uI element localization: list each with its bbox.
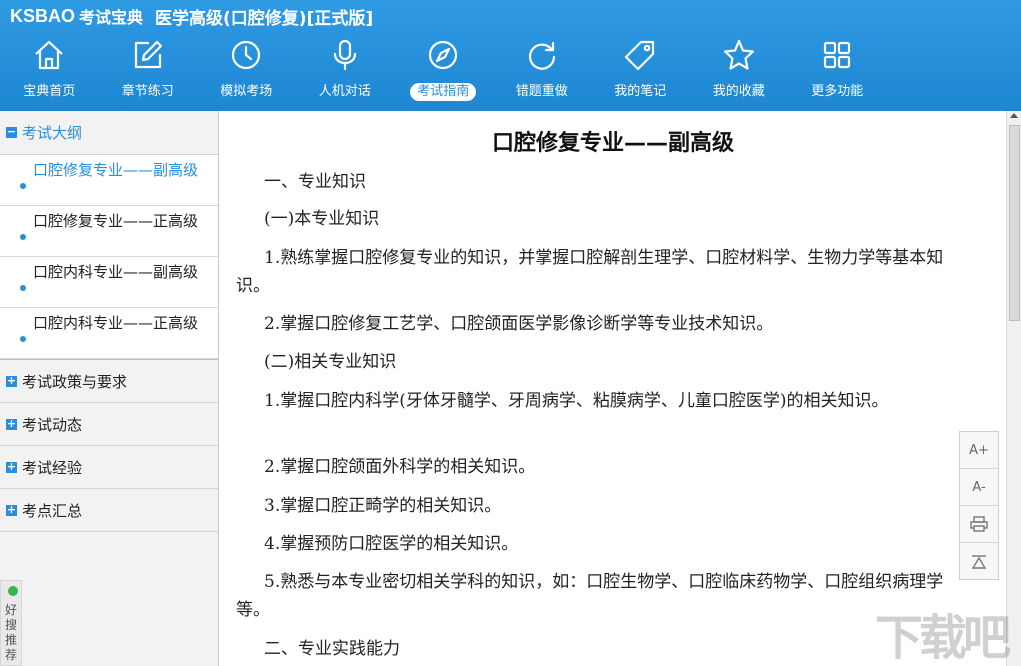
doc-paragraph: 1.掌握口腔内科学(牙体牙髓学、牙周病学、粘膜病学、儿童口腔医学)的相关知识。 [264,391,889,411]
watermark: 下载吧 [875,610,1011,666]
doc-paragraph: 5.熟悉与本专业密切相关学科的知识，如：口腔生物学、口腔临床药物学、口腔组织病理… [236,572,944,620]
sidebar-section-summary[interactable]: + 考点汇总 [0,489,218,532]
doc-paragraph: 3.掌握口腔正畸学的相关知识。 [264,496,502,516]
tag-icon [625,40,655,71]
sidebar-sub-list: 口腔修复专业——副高级 口腔修复专业——正高级 口腔内科专业——副高级 口腔内科… [0,155,218,360]
home-icon [35,40,63,70]
sidebar-item-label: 口腔内科专业——正高级 [33,314,199,332]
app-logo-subtitle: 考试宝典 [79,8,144,27]
nav-my-notes[interactable]: 我的笔记 [591,34,690,108]
reading-tools: A+ A- [959,431,999,580]
refresh-icon [528,41,555,70]
nav-more[interactable]: 更多功能 [788,34,887,108]
sidebar-section-policy[interactable]: + 考试政策与要求 [0,360,218,403]
font-increase-button[interactable]: A+ [960,432,998,469]
sidebar-item-repair-senior[interactable]: 口腔修复专业——正高级 [0,206,218,257]
doc-heading: 一、专业知识 [264,172,366,192]
sidebar: − 考试大纲 口腔修复专业——副高级 口腔修复专业——正高级 口腔内科专业——副… [0,111,219,666]
vertical-scrollbar[interactable] [1006,111,1021,666]
document-view: 口腔修复专业——副高级 一、专业知识 (一)本专业知识 1.熟练掌握口腔修复专业… [220,111,1006,666]
sidebar-item-internal-deputy[interactable]: 口腔内科专业——副高级 [0,257,218,308]
doc-paragraph: 4.掌握预防口腔医学的相关知识。 [264,534,519,554]
nav-label: 模拟考场 [220,84,273,99]
doc-heading: 二、专业实践能力 [264,639,400,659]
nav-label: 章节练习 [121,84,174,99]
expand-icon: + [6,502,17,516]
nav-my-favorites[interactable]: 我的收藏 [690,34,789,108]
nav-home[interactable]: 宝典首页 [0,34,99,108]
nav-exam-guide[interactable]: 考试指南 [394,34,493,108]
status-dot-icon [8,586,18,596]
doc-subheading: (一)本专业知识 [264,209,380,229]
doc-paragraph: 2.掌握口腔修复工艺学、口腔颌面医学影像诊断学等专业技术知识。 [264,314,774,334]
nav-label: 我的笔记 [614,84,667,99]
sidebar-section-label: 考试动态 [22,415,83,434]
font-decrease-button[interactable]: A- [960,469,998,506]
sidebar-item-label: 口腔修复专业——副高级 [33,161,199,179]
sidebar-item-repair-deputy[interactable]: 口腔修复专业——副高级 [0,155,218,206]
sidebar-section-label: 考试经验 [22,458,83,477]
collapse-icon: − [6,125,17,138]
page-title: 口腔修复专业——副高级 [491,131,734,156]
scroll-up-icon[interactable] [1010,113,1018,118]
bullet-icon [20,234,26,240]
app-logo: KSBAO [10,5,76,26]
sidebar-section-news[interactable]: + 考试动态 [0,403,218,446]
nav-label: 宝典首页 [23,84,76,99]
nav-label: 人机对话 [318,84,371,99]
haosou-badge[interactable]: 好搜推荐 [0,580,22,666]
sidebar-section-label: 考点汇总 [22,501,83,520]
app-title: 医学高级(口腔修复)[正式版] [155,8,374,29]
doc-paragraph: 2.掌握口腔颌面外科学的相关知识。 [264,457,536,477]
nav-dialogue[interactable]: 人机对话 [296,34,395,108]
bullet-icon [20,285,26,291]
sidebar-section-outline[interactable]: − 考试大纲 [0,111,218,155]
back-to-top-button[interactable] [960,543,998,580]
app-header: KSBAO 考试宝典 医学高级(口腔修复)[正式版] 宝典首页 章节练习 模拟考… [0,0,1021,111]
haosou-badge-label: 好搜推荐 [5,603,18,662]
print-button[interactable] [960,506,998,543]
sidebar-section-label: 考试政策与要求 [22,372,128,391]
nav-chapter-practice[interactable]: 章节练习 [99,34,198,108]
microphone-icon [333,39,356,71]
sidebar-item-label: 口腔修复专业——正高级 [33,212,199,230]
grid-icon [824,41,851,69]
sidebar-item-label: 口腔内科专业——副高级 [33,263,199,281]
sidebar-section-label: 考试大纲 [22,124,83,142]
nav-mock-exam[interactable]: 模拟考场 [197,34,296,108]
expand-icon: + [6,416,17,430]
doc-paragraph: 1.熟练掌握口腔修复专业的知识，并掌握口腔解剖生理学、口腔材料学、生物力学等基本… [236,248,944,296]
nav-label: 考试指南 [410,83,477,101]
nav-wrong-redo[interactable]: 错题重做 [493,34,592,108]
sidebar-item-internal-senior[interactable]: 口腔内科专业——正高级 [0,308,218,359]
nav-label: 我的收藏 [712,84,765,99]
main-nav: 宝典首页 章节练习 模拟考场 人机对话 考试指南 错题重做 我的笔记 我的收藏 [0,34,887,108]
title-bar: KSBAO 考试宝典 医学高级(口腔修复)[正式版] [0,0,1021,32]
doc-subheading: (二)相关专业知识 [264,352,397,372]
star-icon [723,39,754,70]
clock-icon [232,40,261,70]
bullet-icon [20,336,26,342]
expand-icon: + [6,373,17,387]
sidebar-section-experience[interactable]: + 考试经验 [0,446,218,489]
scrollbar-thumb[interactable] [1009,125,1020,321]
compass-icon [429,40,458,70]
edit-icon [134,40,162,69]
expand-icon: + [6,459,17,473]
back-to-top-icon [971,554,987,569]
nav-label: 更多功能 [811,84,864,99]
bullet-icon [20,183,26,189]
nav-label: 错题重做 [515,84,568,99]
print-icon [970,516,988,532]
